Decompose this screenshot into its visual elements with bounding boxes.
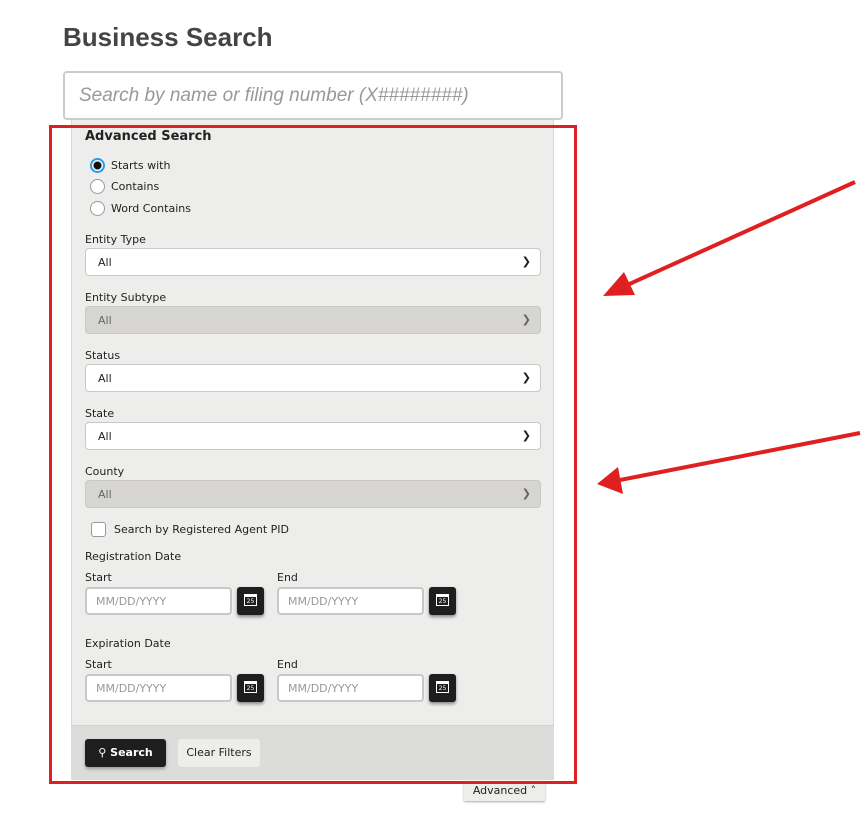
annotation-arrow — [597, 431, 861, 494]
annotation-arrows — [597, 180, 861, 494]
annotation-arrow — [603, 180, 856, 296]
